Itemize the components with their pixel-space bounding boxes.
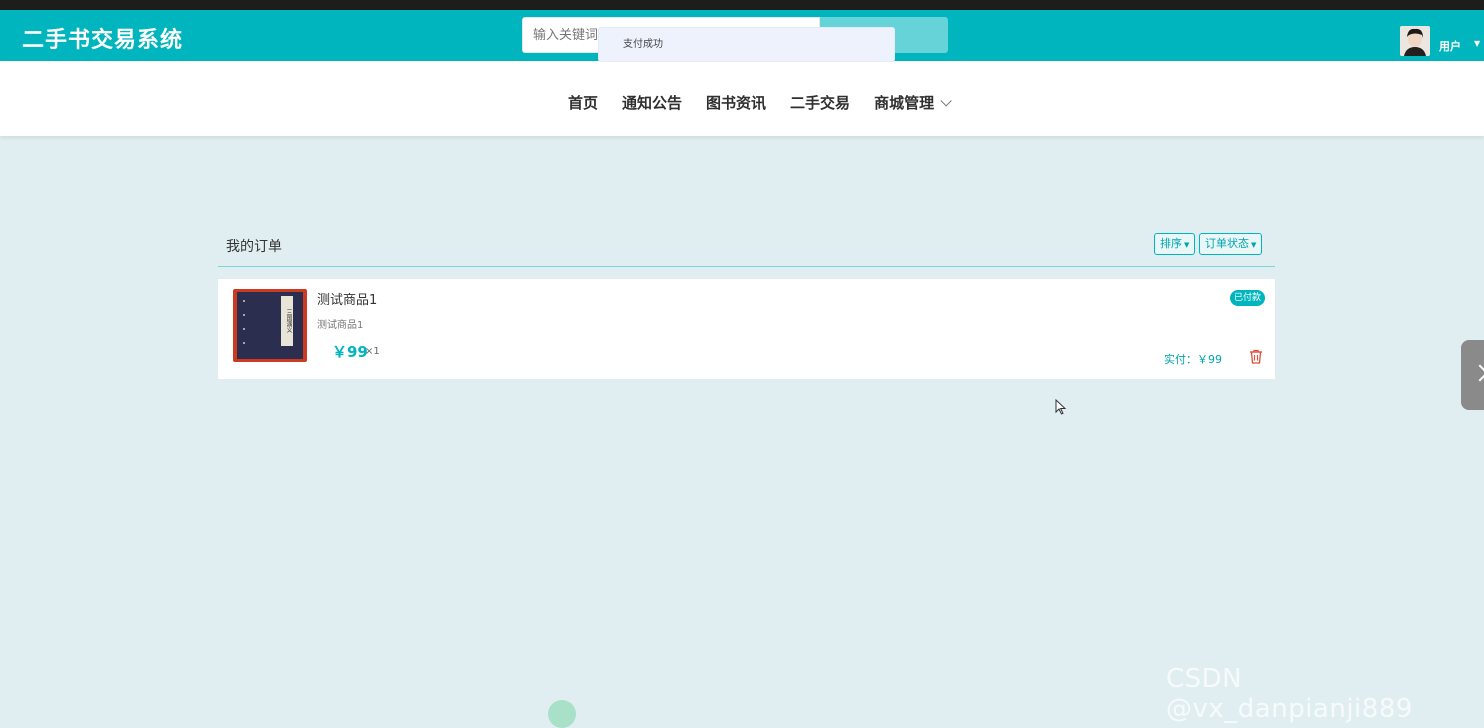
status-badge: 已付款 [1230, 290, 1266, 306]
nav-label: 首页 [568, 94, 599, 112]
book-cover-title: 三国演义 [281, 296, 293, 346]
product-name[interactable]: 测试商品1 [317, 289, 377, 308]
nav-label: 通知公告 [622, 94, 683, 112]
nav-item-mall-management[interactable]: 商城管理 [874, 92, 952, 113]
order-card[interactable]: 三国演义 测试商品1 测试商品1 ￥99 ×1 已付款 实付：￥99 [218, 279, 1275, 379]
title-divider [218, 266, 1275, 267]
user-avatar[interactable] [1400, 26, 1430, 56]
caret-down-icon: ▼ [1251, 241, 1257, 249]
watermark: CSDN @vx_danpianji889 [1166, 664, 1413, 724]
nav-label: 二手交易 [790, 94, 851, 112]
floating-action-dot[interactable] [548, 700, 576, 728]
site-logo[interactable]: 二手书交易系统 [22, 22, 183, 54]
window-top-strip [0, 0, 1484, 10]
order-status-dropdown-button[interactable]: 订单状态 ▼ [1199, 233, 1263, 255]
nav-label: 图书资讯 [706, 94, 767, 112]
trash-icon[interactable] [1249, 349, 1263, 364]
chevron-right-icon [1471, 364, 1484, 382]
nav-label: 商城管理 [874, 94, 935, 112]
nav-item-second-hand[interactable]: 二手交易 [790, 92, 850, 113]
main-nav: 首页 通知公告 图书资讯 二手交易 商城管理 [0, 61, 1484, 136]
caret-down-icon: ▼ [1184, 241, 1190, 249]
sort-dropdown-button[interactable]: 排序 ▼ [1154, 233, 1196, 255]
nav-item-home[interactable]: 首页 [568, 92, 598, 113]
order-status-label: 订单状态 [1205, 237, 1249, 250]
product-quantity: ×1 [365, 346, 380, 357]
mouse-cursor-icon [1055, 399, 1067, 415]
toast-notification: 支付成功 [598, 27, 895, 62]
avatar-portrait-icon [1400, 26, 1430, 56]
chevron-down-icon [940, 94, 952, 107]
sort-label: 排序 [1160, 237, 1182, 250]
username-label[interactable]: 用户 [1439, 38, 1461, 54]
product-image[interactable]: 三国演义 [233, 289, 307, 362]
nav-item-book-news[interactable]: 图书资讯 [706, 92, 766, 113]
side-drawer-toggle[interactable] [1461, 340, 1484, 410]
product-price: ￥99 [332, 343, 368, 361]
page-title: 我的订单 [226, 239, 282, 255]
product-subtitle: 测试商品1 [317, 320, 364, 331]
nav-item-notices[interactable]: 通知公告 [622, 92, 682, 113]
user-menu-caret-icon[interactable]: ▼ [1474, 39, 1480, 48]
paid-amount: 实付：￥99 [1164, 353, 1222, 366]
